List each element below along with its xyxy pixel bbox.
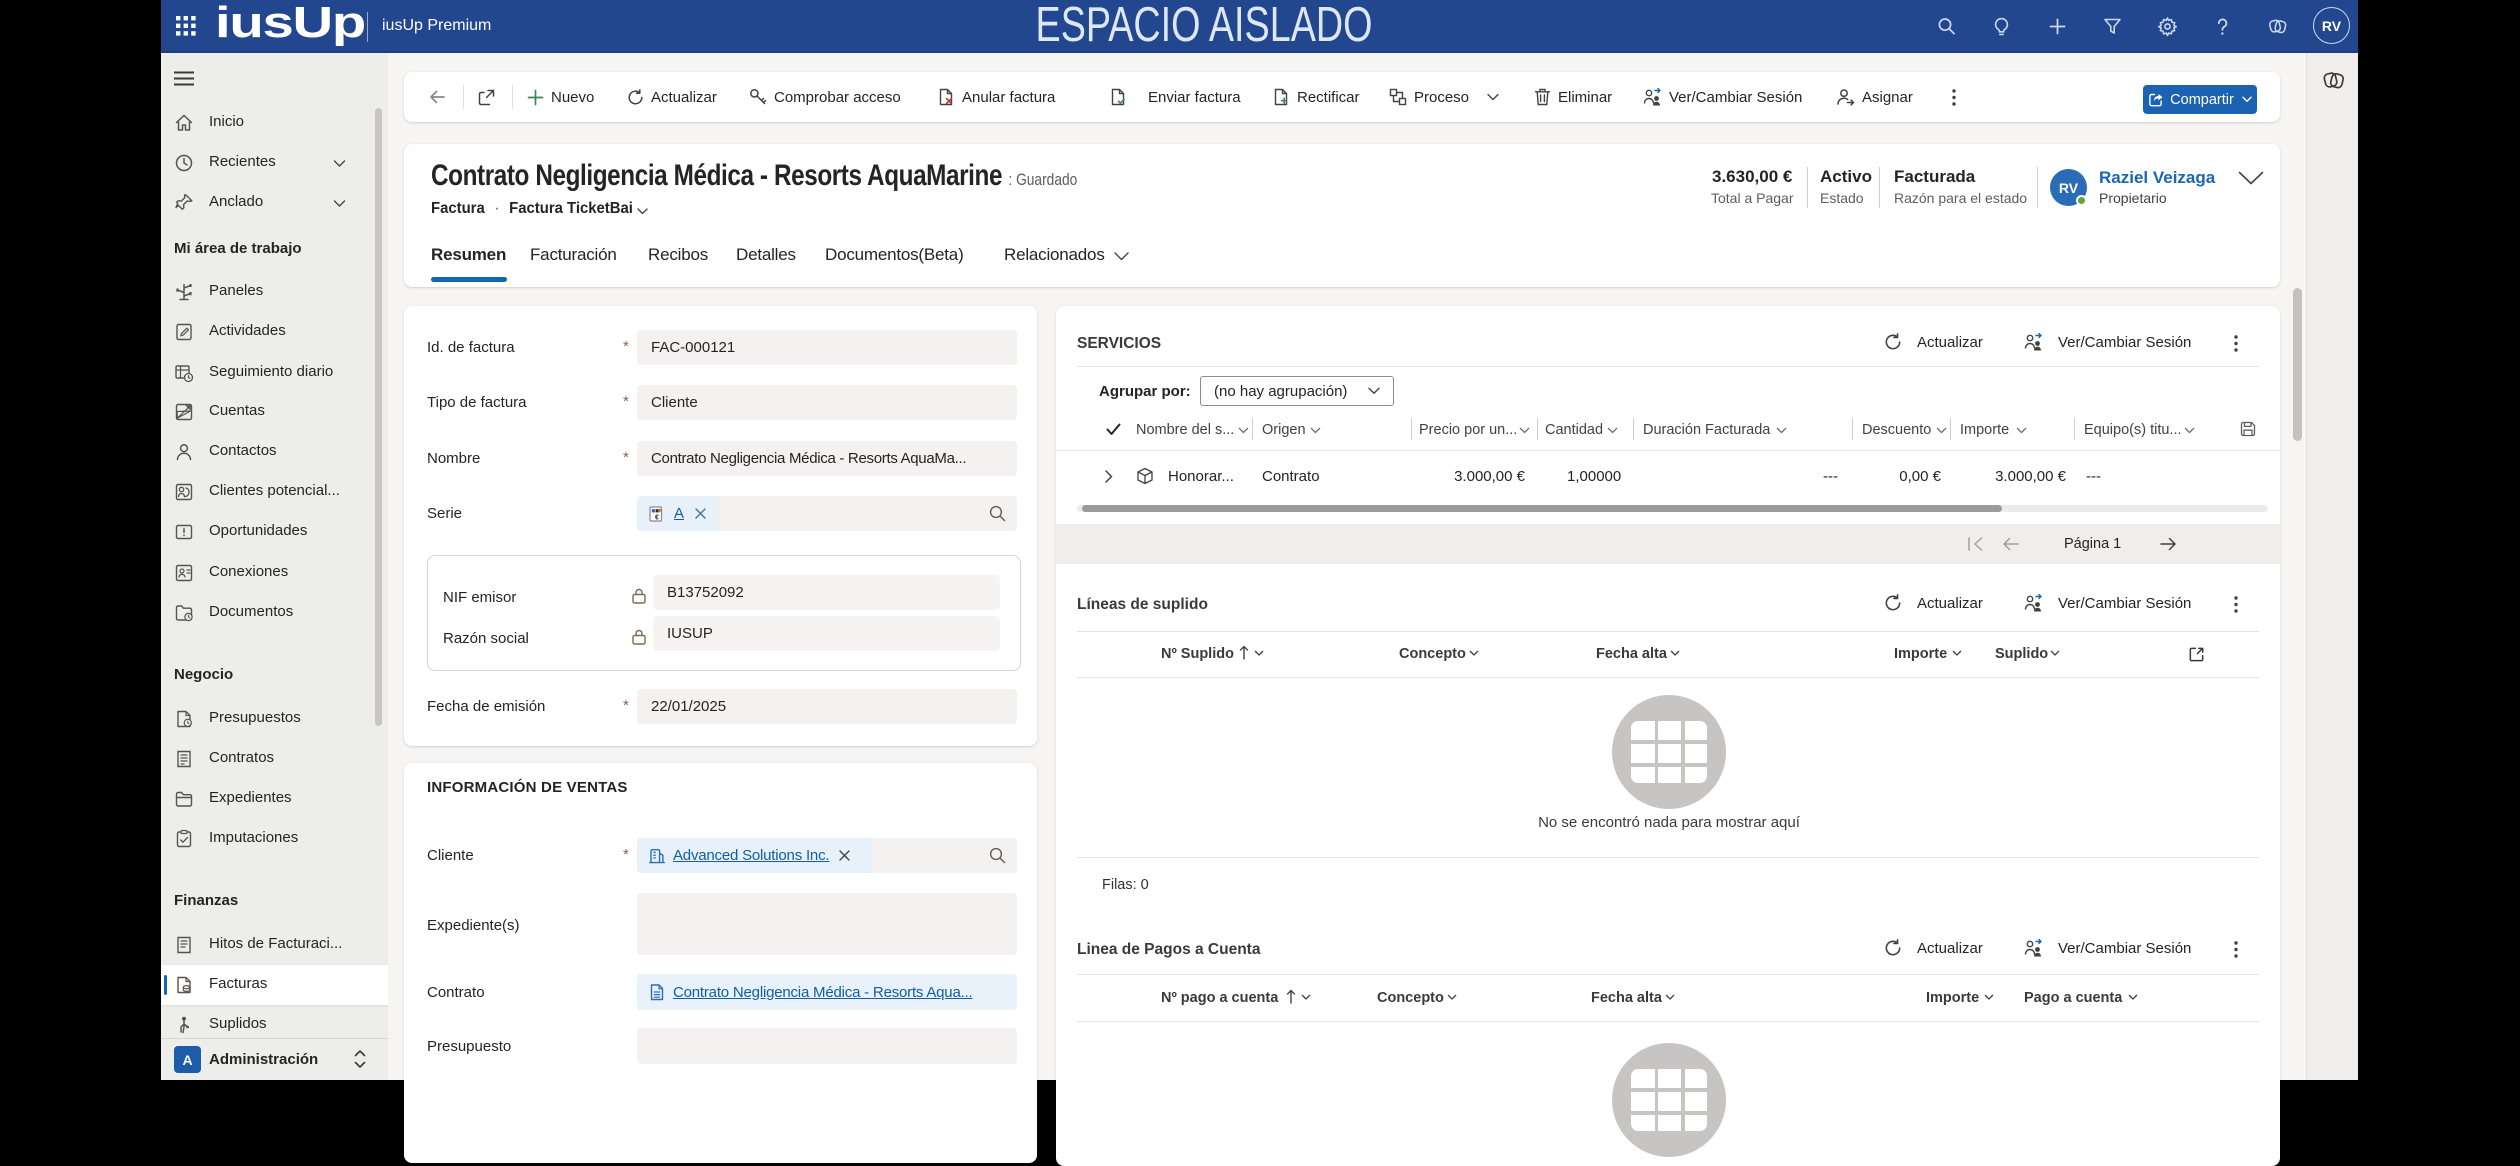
svg-text:€: € <box>655 514 659 521</box>
